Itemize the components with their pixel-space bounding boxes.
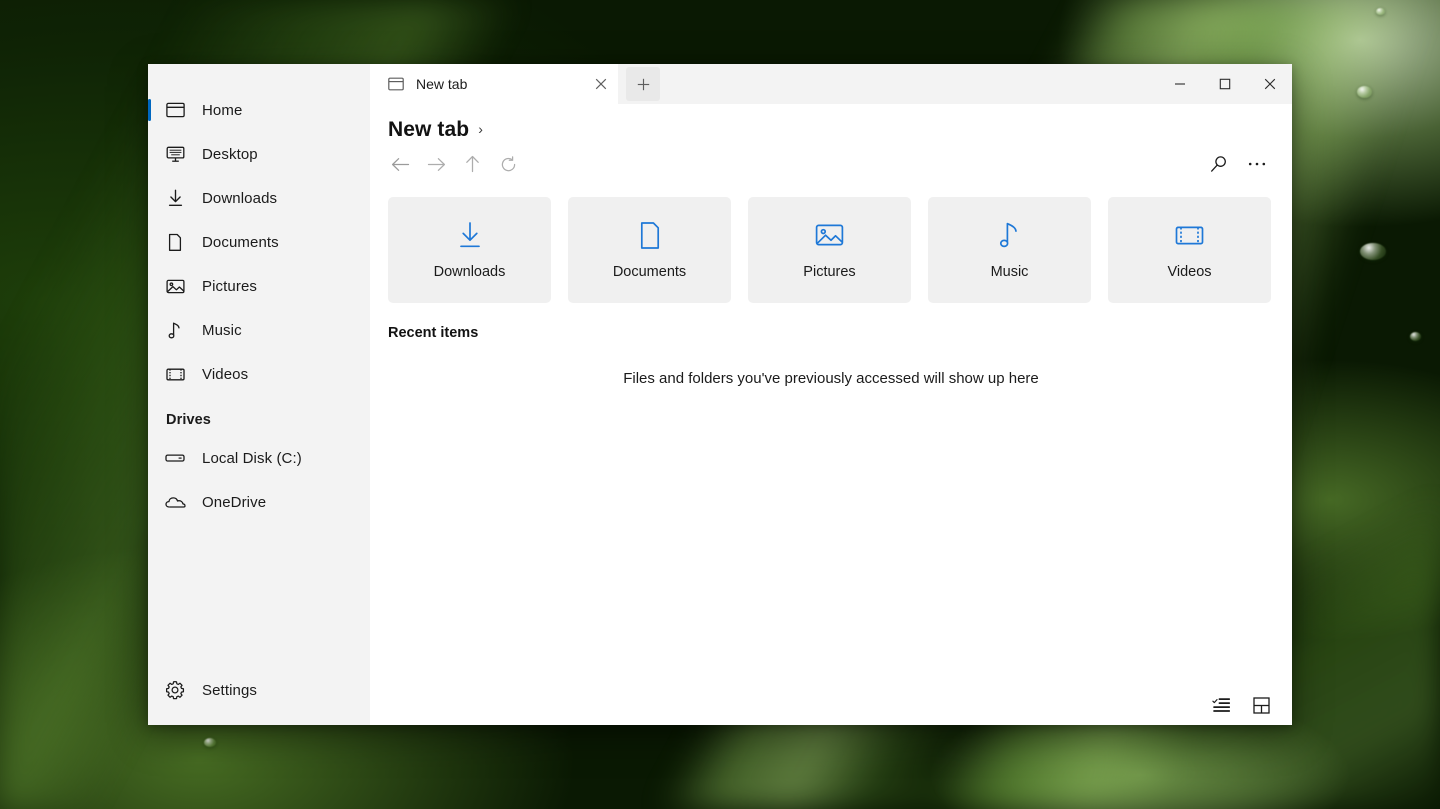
download-arrow-icon <box>162 187 188 209</box>
sidebar-item-label: Documents <box>202 234 279 251</box>
maximize-button[interactable] <box>1202 64 1247 104</box>
breadcrumb[interactable]: New tab › <box>370 104 1292 142</box>
page-title: New tab <box>388 118 469 142</box>
tiles-view-icon[interactable] <box>1246 692 1276 718</box>
minimize-button[interactable] <box>1157 64 1202 104</box>
command-bar-right <box>1202 148 1274 180</box>
water-droplet <box>1376 8 1385 15</box>
tile-documents[interactable]: Documents <box>568 197 731 303</box>
tile-pictures[interactable]: Pictures <box>748 197 911 303</box>
sidebar-item-label: Local Disk (C:) <box>202 450 302 467</box>
document-page-icon <box>162 231 188 253</box>
recent-items-header: Recent items <box>370 303 1292 341</box>
tab-new-tab[interactable]: New tab <box>370 64 618 104</box>
sidebar-item-onedrive[interactable]: OneDrive <box>148 483 364 521</box>
sidebar-item-settings[interactable]: Settings <box>148 671 364 709</box>
up-arrow-icon[interactable] <box>454 147 490 181</box>
sidebar-item-label: Videos <box>202 366 248 383</box>
tile-downloads[interactable]: Downloads <box>388 197 551 303</box>
refresh-icon[interactable] <box>490 147 526 181</box>
search-icon[interactable] <box>1202 148 1236 180</box>
hard-drive-icon <box>162 447 188 469</box>
sidebar-item-local-disk-c[interactable]: Local Disk (C:) <box>148 439 364 477</box>
window-body: Home <box>148 64 1292 725</box>
ellipsis-icon[interactable] <box>1240 148 1274 180</box>
document-page-icon <box>638 220 662 250</box>
sidebar-item-label: Desktop <box>202 146 258 163</box>
tile-videos[interactable]: Videos <box>1108 197 1271 303</box>
sidebar-section-drives: Drives <box>148 396 370 436</box>
sidebar-item-desktop[interactable]: Desktop <box>148 135 364 173</box>
sidebar-item-label: Pictures <box>202 278 257 295</box>
sidebar-item-documents[interactable]: Documents <box>148 223 364 261</box>
sidebar-item-label: Music <box>202 322 242 339</box>
new-tab-button[interactable] <box>626 67 660 101</box>
picture-image-icon <box>162 275 188 297</box>
desktop-monitor-icon <box>162 143 188 165</box>
window-icon <box>388 77 404 91</box>
desktop: Home <box>0 0 1440 809</box>
sidebar-item-label: Home <box>202 102 242 119</box>
water-droplet <box>1360 243 1386 260</box>
gear-icon <box>162 679 188 701</box>
tab-close-icon[interactable] <box>584 67 618 101</box>
back-arrow-icon[interactable] <box>382 147 418 181</box>
details-view-icon[interactable] <box>1206 692 1236 718</box>
sidebar-item-pictures[interactable]: Pictures <box>148 267 364 305</box>
tile-label: Documents <box>613 264 686 280</box>
video-filmstrip-icon <box>162 363 188 385</box>
water-droplet <box>1410 332 1421 341</box>
tab-strip: New tab <box>370 64 1292 104</box>
water-droplet <box>204 738 216 747</box>
file-explorer-window: Home <box>148 64 1292 725</box>
download-arrow-icon <box>457 220 483 250</box>
command-bar <box>370 142 1292 186</box>
music-note-icon <box>162 319 188 341</box>
home-window-icon <box>162 99 188 121</box>
sidebar-item-videos[interactable]: Videos <box>148 355 364 393</box>
forward-arrow-icon[interactable] <box>418 147 454 181</box>
navigation-sidebar: Home <box>148 64 370 725</box>
sidebar-item-downloads[interactable]: Downloads <box>148 179 364 217</box>
sidebar-item-label: OneDrive <box>202 494 266 511</box>
picture-image-icon <box>815 220 844 250</box>
tile-label: Music <box>991 264 1029 280</box>
tile-label: Videos <box>1167 264 1211 280</box>
tab-label: New tab <box>416 76 584 92</box>
recent-items-empty-message: Files and folders you've previously acce… <box>370 341 1292 685</box>
sidebar-item-label: Settings <box>202 682 257 699</box>
cloud-icon <box>162 491 188 513</box>
quick-access-tiles: Downloads Documents <box>370 186 1292 303</box>
sidebar-spacer <box>148 524 370 668</box>
sidebar-item-label: Downloads <box>202 190 277 207</box>
content-pane: New tab <box>370 64 1292 725</box>
tile-music[interactable]: Music <box>928 197 1091 303</box>
window-controls <box>1157 64 1292 104</box>
tile-label: Pictures <box>803 264 855 280</box>
close-button[interactable] <box>1247 64 1292 104</box>
video-filmstrip-icon <box>1175 220 1204 250</box>
chevron-right-icon: › <box>478 122 483 136</box>
sidebar-item-home[interactable]: Home <box>148 91 364 129</box>
status-bar <box>370 685 1292 725</box>
water-droplet <box>1357 86 1372 98</box>
music-note-icon <box>999 220 1021 250</box>
sidebar-item-music[interactable]: Music <box>148 311 364 349</box>
tile-label: Downloads <box>434 264 506 280</box>
